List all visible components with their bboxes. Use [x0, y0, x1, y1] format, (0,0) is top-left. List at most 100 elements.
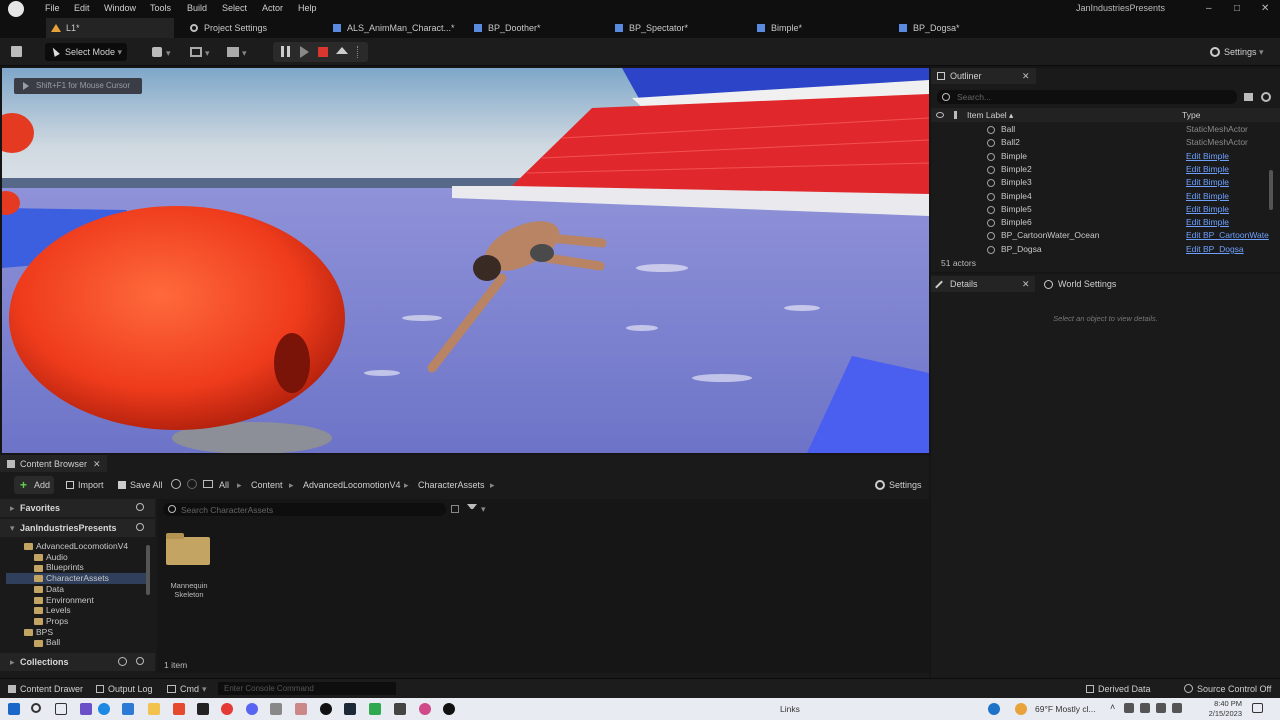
chevron-down-icon[interactable]: ▾ [481, 504, 486, 515]
close-icon[interactable]: ✕ [1022, 279, 1030, 290]
save-all-button[interactable]: Save All [116, 476, 168, 494]
content-drawer-button[interactable]: Content Drawer [20, 684, 83, 694]
eye-icon[interactable] [936, 112, 944, 118]
minimize-icon[interactable]: – [1206, 3, 1212, 14]
save-search-icon[interactable] [451, 505, 459, 513]
obs-icon[interactable] [320, 703, 332, 715]
folder-tree-item[interactable]: CharacterAssets [6, 573, 146, 585]
clock-date[interactable]: 2/15/2023 [1203, 709, 1242, 718]
language-icon[interactable] [1172, 703, 1182, 713]
settings-button[interactable]: Settings ▾ [1208, 43, 1274, 61]
select-mode-dropdown[interactable]: Select Mode ▾ [45, 43, 127, 61]
column-item-label[interactable]: Item Label ▴ [967, 110, 1013, 121]
folder-tree-item[interactable]: BPS [6, 627, 146, 638]
stop-icon[interactable] [318, 47, 328, 57]
terminal-icon[interactable] [197, 703, 209, 715]
tray-chevron-up-icon[interactable]: ˄ [1110, 702, 1115, 712]
folder-add-icon[interactable] [1244, 93, 1253, 101]
close-icon[interactable]: ✕ [1022, 71, 1030, 82]
outliner-tab[interactable]: Outliner ✕ [931, 68, 1036, 84]
steam-icon[interactable] [344, 703, 356, 715]
tree-scrollbar[interactable] [146, 545, 150, 595]
favorites-header[interactable]: ▸ Favorites [0, 499, 155, 517]
level-viewport[interactable]: Shift+F1 for Mouse Cursor [2, 68, 929, 453]
app-pink-icon[interactable] [419, 703, 431, 715]
add-collection-icon[interactable] [118, 657, 127, 666]
tab-project-settings[interactable]: Project Settings [190, 18, 330, 38]
close-icon[interactable]: ✕ [1261, 3, 1269, 14]
weather-text[interactable]: 69°F Mostly cl... [1035, 704, 1096, 714]
menu-select[interactable]: Select [222, 3, 247, 13]
history-forward-icon[interactable] [187, 479, 197, 489]
search-icon[interactable] [31, 703, 41, 713]
store-icon[interactable] [122, 703, 134, 715]
chevron-down-icon[interactable]: ▾ [242, 48, 247, 59]
blueprints-icon[interactable] [190, 47, 202, 57]
close-icon[interactable]: ✕ [93, 459, 101, 470]
epic-launcher-icon[interactable] [394, 703, 406, 715]
windows-start-icon[interactable] [8, 703, 20, 715]
import-button[interactable]: Import [64, 476, 112, 494]
source-control-button[interactable]: Source Control Off [1197, 684, 1271, 694]
cb-settings-button[interactable]: Settings [873, 476, 925, 494]
breadcrumb-characterassets[interactable]: CharacterAssets [418, 480, 485, 490]
outliner-row[interactable]: Bimple5 Edit Bimple [931, 203, 1280, 216]
tab-bp-spectator[interactable]: BP_Spectator* [615, 18, 750, 38]
office-icon[interactable] [173, 703, 185, 715]
derived-data-button[interactable]: Derived Data [1098, 684, 1151, 694]
chrome-icon[interactable] [221, 703, 233, 715]
edge-icon[interactable] [98, 703, 110, 715]
pause-icon[interactable] [281, 46, 290, 57]
menu-build[interactable]: Build [187, 3, 207, 13]
filter-icon[interactable] [467, 504, 477, 513]
chevron-right-icon[interactable]: ▸ [490, 480, 495, 491]
tab-level-l1[interactable]: L1* [46, 18, 174, 38]
outliner-row[interactable]: BP_CartoonWater_Ocean Edit BP_CartoonWate [931, 229, 1280, 242]
help-icon[interactable] [988, 703, 1000, 715]
folder-tree-item[interactable]: Blueprints [6, 562, 146, 573]
console-input[interactable]: Enter Console Command [218, 682, 396, 695]
history-back-icon[interactable] [171, 479, 181, 489]
edit-blueprint-link[interactable]: Edit BP_CartoonWate [1186, 229, 1269, 242]
pin-icon[interactable] [954, 111, 957, 119]
breadcrumb-advancedlocomotion[interactable]: AdvancedLocomotionV4 [303, 480, 401, 490]
breadcrumb-content[interactable]: Content [251, 480, 283, 490]
search-icon[interactable] [136, 657, 144, 665]
links-toolbar[interactable]: Links [780, 704, 800, 714]
edit-blueprint-link[interactable]: Edit Bimple [1186, 150, 1229, 163]
tab-anim-blueprint[interactable]: ALS_AnimMan_Charact...* [333, 18, 468, 38]
task-view-icon[interactable] [55, 703, 67, 715]
more-options-icon[interactable] [357, 46, 360, 58]
edit-blueprint-link[interactable]: Edit Bimple [1186, 203, 1229, 216]
gear-icon[interactable] [1261, 92, 1271, 102]
folder-tree-item[interactable]: Levels [6, 605, 146, 616]
folder-tree-item[interactable]: Data [6, 584, 146, 595]
asset-tile-mannequin[interactable]: Mannequin Skeleton [163, 531, 215, 601]
paint-icon[interactable] [295, 703, 307, 715]
volume-icon[interactable] [1156, 703, 1166, 713]
outliner-row[interactable]: BP_Dogsa Edit BP_Dogsa [931, 243, 1280, 256]
search-icon[interactable] [136, 523, 144, 531]
cmd-dropdown[interactable]: Cmd [180, 684, 199, 694]
output-log-button[interactable]: Output Log [108, 684, 153, 694]
network-icon[interactable] [1140, 703, 1150, 713]
outliner-row[interactable]: Bimple4 Edit Bimple [931, 190, 1280, 203]
details-tab[interactable]: Details ✕ [931, 276, 1035, 292]
menu-actor[interactable]: Actor [262, 3, 283, 13]
content-browser-tab[interactable]: Content Browser ✕ [0, 455, 107, 472]
chevron-right-icon[interactable]: ▸ [404, 480, 409, 491]
folder-tree-item[interactable]: AdvancedLocomotionV4 [6, 541, 146, 552]
collections-header[interactable]: ▸ Collections [0, 653, 155, 671]
tab-bp-doother[interactable]: BP_Doother* [474, 18, 609, 38]
discord-icon[interactable] [246, 703, 258, 715]
asset-search[interactable]: Search CharacterAssets [163, 503, 446, 516]
notifications-icon[interactable] [1252, 703, 1263, 713]
tray-app-icon[interactable] [1124, 703, 1134, 713]
edit-blueprint-link[interactable]: Edit Bimple [1186, 176, 1229, 189]
folder-tree-item[interactable]: Audio [6, 552, 146, 563]
edit-blueprint-link[interactable]: Edit Bimple [1186, 216, 1229, 229]
search-icon[interactable] [136, 503, 144, 511]
clock-time[interactable]: 8:40 PM [1206, 699, 1242, 708]
chevron-down-icon[interactable]: ▾ [202, 684, 207, 695]
unreal-logo-icon[interactable] [8, 1, 24, 17]
